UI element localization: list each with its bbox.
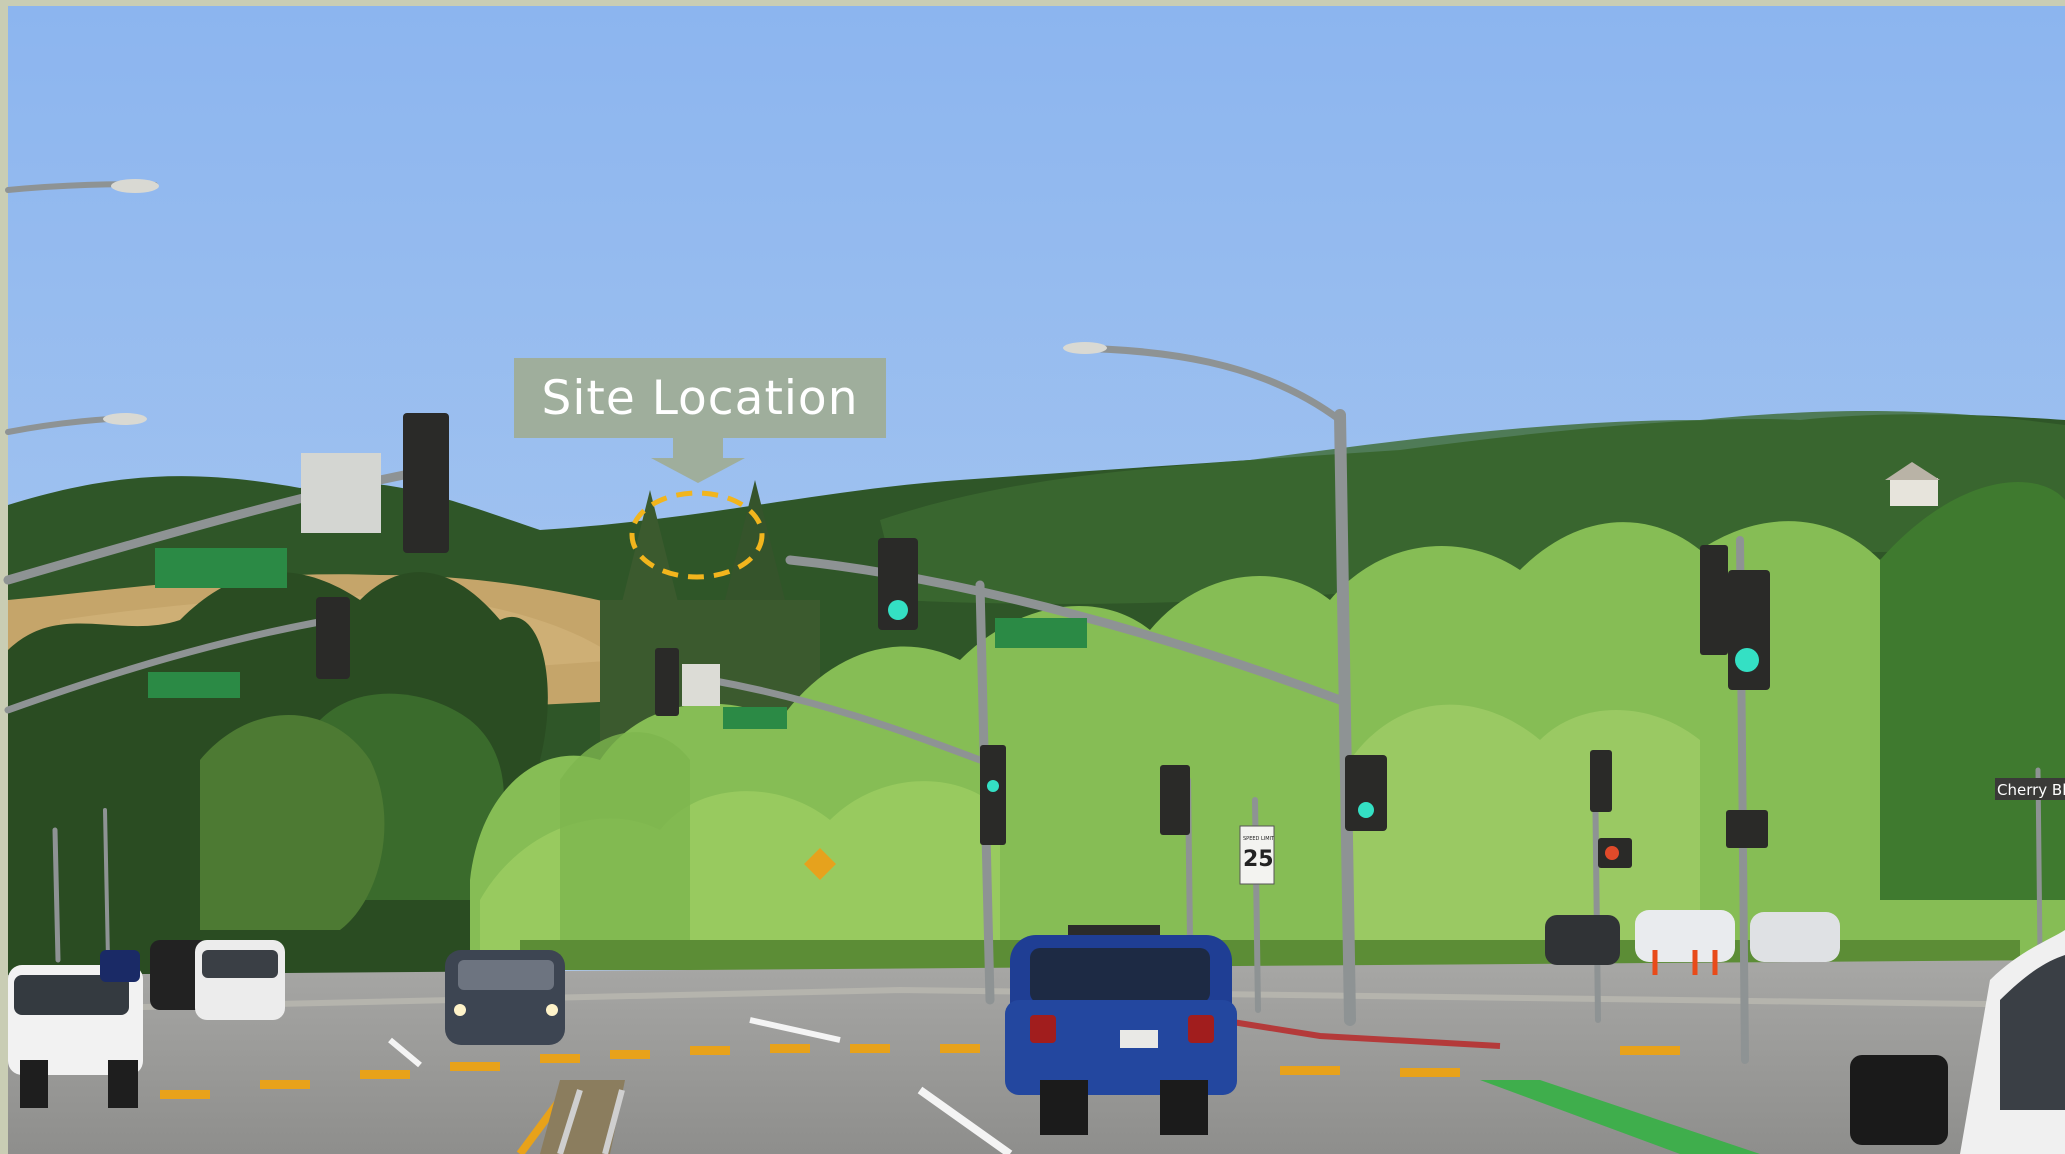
site-location-callout: Site Location [514,358,886,438]
street-scene-photo: Cherry Bloss SPEED LIMIT 25 [0,0,2065,1154]
speed-limit-caption: SPEED LIMIT [1243,836,1275,842]
speed-limit-value: 25 [1243,847,1274,872]
cherry-blossom-sign-text: Cherry Bloss [1997,781,2065,799]
site-location-label: Site Location [541,370,859,426]
photo-stage: Cherry Bloss SPEED LIMIT 25 [0,0,2065,1154]
